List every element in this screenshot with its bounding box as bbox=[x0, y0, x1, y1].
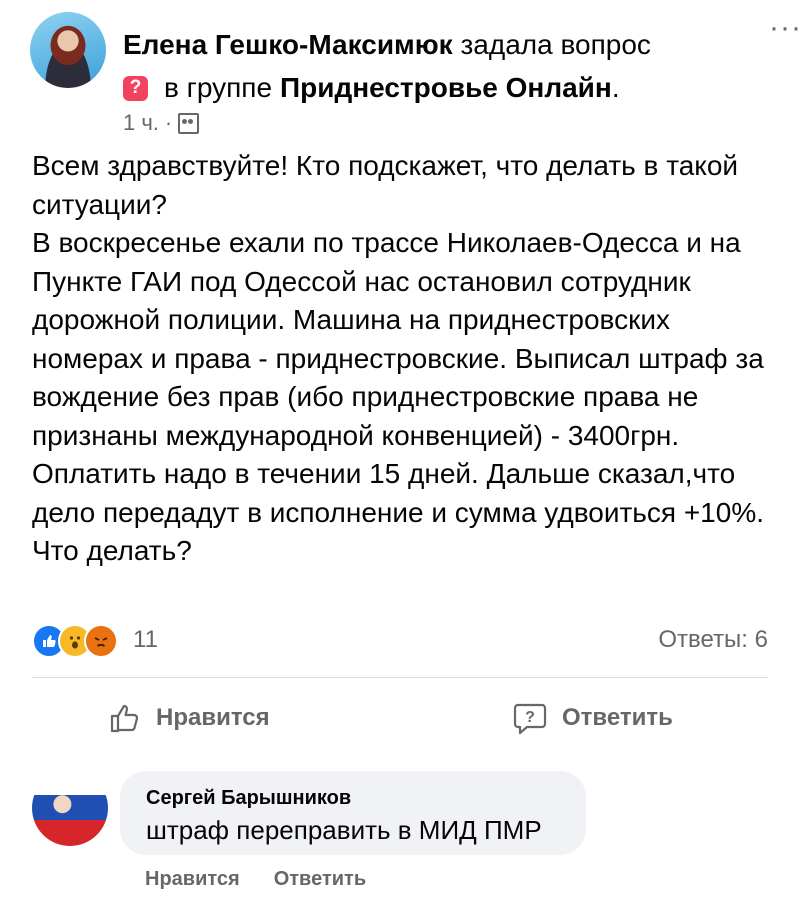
like-button[interactable]: Нравится bbox=[108, 696, 270, 740]
group-audience-icon bbox=[178, 112, 200, 134]
commenter-avatar[interactable] bbox=[32, 770, 108, 846]
svg-text:?: ? bbox=[525, 709, 535, 726]
comment-like-button[interactable]: Нравится bbox=[145, 868, 240, 891]
divider bbox=[32, 677, 768, 678]
post-text-line: Всем здравствуйте! Кто подскажет, что де… bbox=[32, 150, 739, 220]
like-button-label: Нравится bbox=[156, 704, 270, 731]
post-header: Елена Гешко-Максимюк задала вопрос ? в г… bbox=[30, 12, 800, 135]
post-text-line: Что делать? bbox=[32, 535, 192, 566]
meta-separator: · bbox=[164, 110, 173, 135]
post-time[interactable]: 1 ч. bbox=[123, 110, 159, 136]
comment-text: штраф переправить в МИД ПМР bbox=[146, 815, 542, 845]
author-name[interactable]: Елена Гешко-Максимюк bbox=[123, 29, 453, 60]
question-icon: ? bbox=[123, 75, 148, 101]
group-suffix: . bbox=[611, 72, 620, 103]
reply-button-label: Ответить bbox=[562, 704, 673, 731]
more-options-button[interactable]: ··· bbox=[769, 13, 800, 43]
comment-reply-button[interactable]: Ответить bbox=[274, 868, 366, 891]
comment-actions: Нравится Ответить bbox=[145, 868, 400, 891]
action-text: задала вопрос bbox=[460, 29, 651, 60]
post-text-line: В воскресенье ехали по трассе Николаев-О… bbox=[32, 227, 765, 528]
group-name-link[interactable]: Приднестровье Онлайн bbox=[280, 71, 612, 105]
comment-bubble: Сергей Барышников штраф переправить в МИ… bbox=[120, 771, 586, 855]
post-body: Всем здравствуйте! Кто подскажет, что де… bbox=[32, 147, 772, 571]
reaction-icons[interactable] bbox=[32, 624, 118, 658]
reply-button[interactable]: ? Ответить bbox=[512, 696, 673, 740]
angry-reaction-icon bbox=[84, 624, 118, 658]
group-line: ? в группе Приднестровье Онлайн. bbox=[123, 71, 620, 105]
reactions-row: 11 Ответы: 6 bbox=[32, 624, 768, 658]
comment-author[interactable]: Сергей Барышников bbox=[146, 787, 351, 810]
comment-question-icon: ? bbox=[512, 700, 548, 736]
thumbs-up-icon bbox=[108, 701, 142, 735]
post-meta: 1 ч. · bbox=[123, 110, 200, 136]
group-prefix: в группе bbox=[164, 72, 273, 103]
author-avatar[interactable] bbox=[30, 12, 106, 88]
reaction-count[interactable]: 11 bbox=[133, 626, 158, 654]
header-title: Елена Гешко-Максимюк задала вопрос bbox=[123, 28, 651, 62]
answers-count[interactable]: Ответы: 6 bbox=[658, 626, 768, 654]
